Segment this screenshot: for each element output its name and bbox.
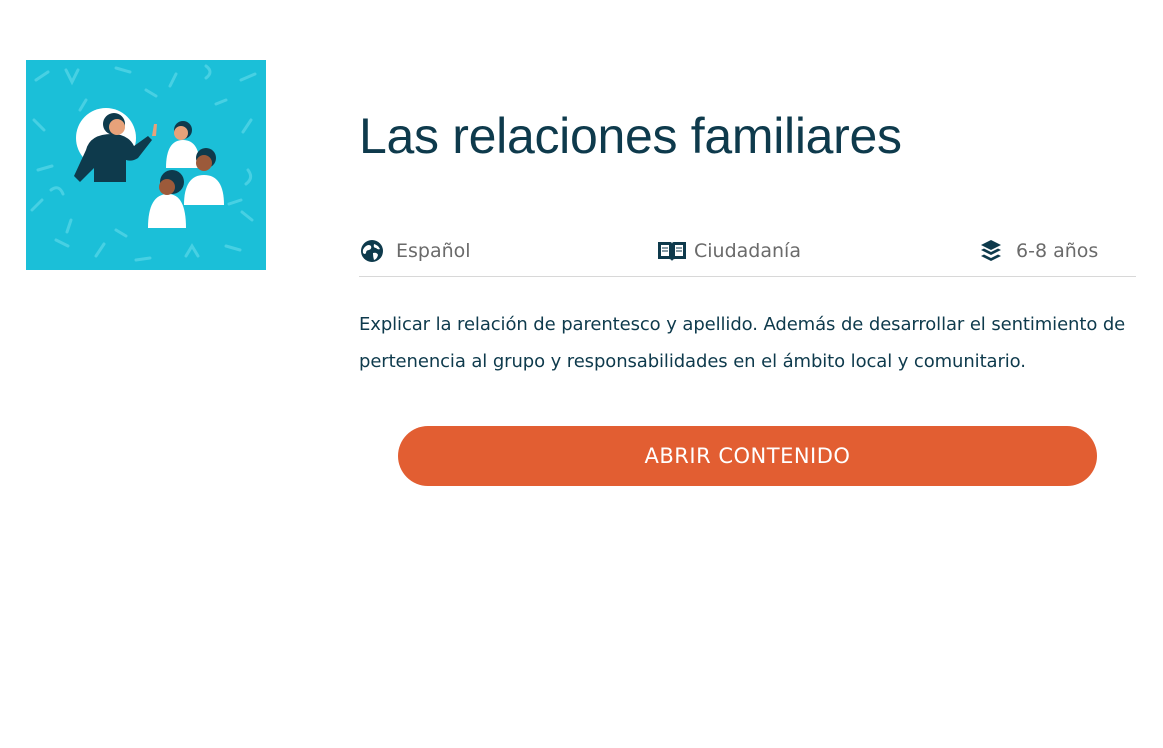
description: Explicar la relación de parentesco y ape… — [359, 314, 1126, 372]
family-group-illustration — [30, 64, 257, 262]
subject-label: Ciudadanía — [694, 240, 801, 262]
layers-icon — [978, 238, 1004, 264]
open-book-icon — [656, 238, 688, 264]
age-meta: 6-8 años — [978, 238, 1098, 264]
card-body: Las relaciones familiares Español Ciudad… — [359, 100, 1136, 486]
thumbnail-image — [26, 60, 266, 270]
content-card: Las relaciones familiares Español Ciudad… — [0, 0, 1163, 748]
metadata-row: Español Ciudadanía 6-8 años — [359, 234, 1136, 277]
language-label: Español — [396, 240, 471, 262]
globe-icon — [359, 238, 385, 264]
subject-meta: Ciudadanía — [656, 238, 801, 264]
age-label: 6-8 años — [1016, 240, 1099, 262]
language-meta: Español — [359, 238, 471, 264]
open-content-button[interactable]: ABRIR CONTENIDO — [398, 426, 1097, 486]
page-title: Las relaciones familiares — [359, 108, 902, 164]
